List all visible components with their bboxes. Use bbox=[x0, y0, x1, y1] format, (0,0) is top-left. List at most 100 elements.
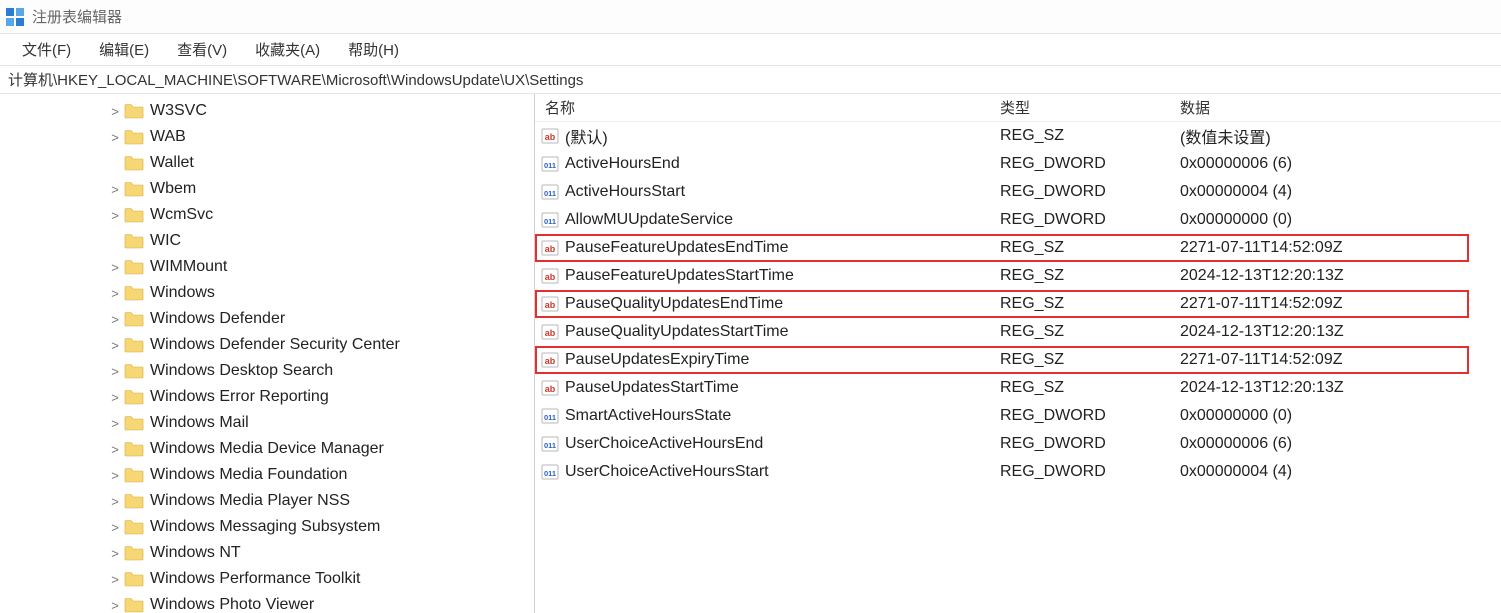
expander-icon[interactable]: > bbox=[108, 104, 122, 119]
cell-name: ab(默认) bbox=[535, 124, 990, 148]
tree-item[interactable]: >WAB bbox=[0, 124, 534, 150]
folder-icon bbox=[124, 493, 144, 509]
value-data: 2271-07-11T14:52:09Z bbox=[1170, 295, 1501, 313]
expander-icon[interactable]: > bbox=[108, 208, 122, 223]
list-row[interactable]: ab(默认)REG_SZ(数值未设置) bbox=[535, 122, 1501, 150]
tree-item[interactable]: >Wallet bbox=[0, 150, 534, 176]
folder-icon bbox=[124, 207, 144, 223]
svg-text:011: 011 bbox=[544, 189, 556, 198]
tree-item[interactable]: > Windows Messaging Subsystem bbox=[0, 514, 534, 540]
value-name: PauseUpdatesExpiryTime bbox=[565, 351, 749, 369]
value-name: UserChoiceActiveHoursStart bbox=[565, 463, 769, 481]
list-row[interactable]: abPauseQualityUpdatesEndTimeREG_SZ2271-0… bbox=[535, 290, 1501, 318]
cell-name: 011SmartActiveHoursState bbox=[535, 407, 990, 425]
tree-item[interactable]: >Windows bbox=[0, 280, 534, 306]
menu-edit[interactable]: 编辑(E) bbox=[85, 35, 163, 64]
menu-view[interactable]: 查看(V) bbox=[163, 35, 241, 64]
tree-item[interactable]: >Windows Media Foundation bbox=[0, 462, 534, 488]
svg-text:011: 011 bbox=[544, 217, 556, 226]
expander-icon[interactable]: > bbox=[108, 572, 122, 587]
tree-item[interactable]: >Windows Media Player NSS bbox=[0, 488, 534, 514]
tree-pane[interactable]: >W3SVC>WAB>Wallet>Wbem>WcmSvc>WIC>WIMMou… bbox=[0, 94, 535, 613]
list-row[interactable]: 011UserChoiceActiveHoursEndREG_DWORD0x00… bbox=[535, 430, 1501, 458]
menu-favorites[interactable]: 收藏夹(A) bbox=[241, 35, 334, 64]
list-row[interactable]: abPauseFeatureUpdatesStartTimeREG_SZ2024… bbox=[535, 262, 1501, 290]
expander-icon[interactable]: > bbox=[108, 286, 122, 301]
dword-value-icon: 011 bbox=[541, 183, 559, 201]
tree-item-label: Windows Error Reporting bbox=[150, 388, 329, 406]
expander-icon[interactable]: > bbox=[108, 130, 122, 145]
list-row[interactable]: 011UserChoiceActiveHoursStartREG_DWORD0x… bbox=[535, 458, 1501, 486]
cell-name: abPauseFeatureUpdatesEndTime bbox=[535, 239, 990, 257]
tree-item[interactable]: >Windows Desktop Search bbox=[0, 358, 534, 384]
tree-item[interactable]: >W3SVC bbox=[0, 98, 534, 124]
expander-icon[interactable]: > bbox=[108, 520, 122, 535]
value-data: 2024-12-13T12:20:13Z bbox=[1170, 323, 1501, 341]
list-row[interactable]: abPauseQualityUpdatesStartTimeREG_SZ2024… bbox=[535, 318, 1501, 346]
expander-icon[interactable]: > bbox=[108, 494, 122, 509]
tree-item[interactable]: > WcmSvc bbox=[0, 202, 534, 228]
list-row[interactable]: 011ActiveHoursStartREG_DWORD0x00000004 (… bbox=[535, 178, 1501, 206]
cell-name: 011ActiveHoursStart bbox=[535, 183, 990, 201]
expander-icon[interactable]: > bbox=[108, 598, 122, 613]
expander-icon[interactable]: > bbox=[108, 182, 122, 197]
tree-item[interactable]: >WIMMount bbox=[0, 254, 534, 280]
tree-item[interactable]: >Windows Defender bbox=[0, 306, 534, 332]
string-value-icon: ab bbox=[541, 323, 559, 341]
svg-text:011: 011 bbox=[544, 413, 556, 422]
value-data: 2271-07-11T14:52:09Z bbox=[1170, 351, 1501, 369]
expander-icon[interactable]: > bbox=[108, 442, 122, 457]
expander-icon[interactable]: > bbox=[108, 390, 122, 405]
list-row[interactable]: 011SmartActiveHoursStateREG_DWORD0x00000… bbox=[535, 402, 1501, 430]
tree-item[interactable]: >Windows Defender Security Center bbox=[0, 332, 534, 358]
expander-icon[interactable]: > bbox=[108, 546, 122, 561]
tree-item-label: Windows Messaging Subsystem bbox=[150, 518, 380, 536]
menu-help[interactable]: 帮助(H) bbox=[334, 35, 413, 64]
svg-text:ab: ab bbox=[545, 132, 556, 142]
expander-icon[interactable]: > bbox=[108, 416, 122, 431]
tree-item[interactable]: > Wbem bbox=[0, 176, 534, 202]
tree-item[interactable]: >Windows Photo Viewer bbox=[0, 592, 534, 613]
cell-name: abPauseUpdatesExpiryTime bbox=[535, 351, 990, 369]
header-data[interactable]: 数据 bbox=[1170, 97, 1501, 118]
list-row[interactable]: abPauseFeatureUpdatesEndTimeREG_SZ2271-0… bbox=[535, 234, 1501, 262]
header-name[interactable]: 名称 bbox=[535, 97, 990, 118]
tree-item-label: Wbem bbox=[150, 180, 196, 198]
list-row[interactable]: abPauseUpdatesExpiryTimeREG_SZ2271-07-11… bbox=[535, 346, 1501, 374]
expander-icon[interactable]: > bbox=[108, 364, 122, 379]
expander-icon[interactable]: > bbox=[108, 338, 122, 353]
folder-icon bbox=[124, 571, 144, 587]
expander-icon[interactable]: > bbox=[108, 312, 122, 327]
folder-icon bbox=[124, 155, 144, 171]
value-name: UserChoiceActiveHoursEnd bbox=[565, 435, 763, 453]
list-row[interactable]: 011ActiveHoursEndREG_DWORD0x00000006 (6) bbox=[535, 150, 1501, 178]
value-name: PauseFeatureUpdatesEndTime bbox=[565, 239, 789, 257]
window-title: 注册表编辑器 bbox=[32, 6, 122, 27]
tree-item[interactable]: >Windows Mail bbox=[0, 410, 534, 436]
folder-icon bbox=[124, 259, 144, 275]
expander-icon[interactable]: > bbox=[108, 468, 122, 483]
tree-item-label: WIC bbox=[150, 232, 181, 250]
tree-item[interactable]: >WIC bbox=[0, 228, 534, 254]
list-row[interactable]: 011AllowMUUpdateServiceREG_DWORD0x000000… bbox=[535, 206, 1501, 234]
value-name: PauseFeatureUpdatesStartTime bbox=[565, 267, 794, 285]
tree-item[interactable]: >Windows NT bbox=[0, 540, 534, 566]
header-type[interactable]: 类型 bbox=[990, 97, 1170, 118]
cell-name: abPauseQualityUpdatesEndTime bbox=[535, 295, 990, 313]
value-data: (数值未设置) bbox=[1170, 124, 1501, 148]
string-value-icon: ab bbox=[541, 267, 559, 285]
address-bar[interactable]: 计算机\HKEY_LOCAL_MACHINE\SOFTWARE\Microsof… bbox=[0, 66, 1501, 94]
cell-name: 011UserChoiceActiveHoursStart bbox=[535, 463, 990, 481]
tree-item[interactable]: > Windows Media Device Manager bbox=[0, 436, 534, 462]
tree-item-label: WcmSvc bbox=[150, 206, 213, 224]
tree-item-label: Windows Media Device Manager bbox=[150, 440, 384, 458]
list-row[interactable]: abPauseUpdatesStartTimeREG_SZ2024-12-13T… bbox=[535, 374, 1501, 402]
tree-item[interactable]: > Windows Performance Toolkit bbox=[0, 566, 534, 592]
tree-item[interactable]: > Windows Error Reporting bbox=[0, 384, 534, 410]
tree-item-label: Windows Performance Toolkit bbox=[150, 570, 360, 588]
title-bar: 注册表编辑器 bbox=[0, 0, 1501, 34]
expander-icon[interactable]: > bbox=[108, 260, 122, 275]
value-type: REG_SZ bbox=[990, 239, 1170, 257]
menu-file[interactable]: 文件(F) bbox=[8, 35, 85, 64]
list-pane[interactable]: 名称 类型 数据 ab(默认)REG_SZ(数值未设置)011ActiveHou… bbox=[535, 94, 1501, 613]
